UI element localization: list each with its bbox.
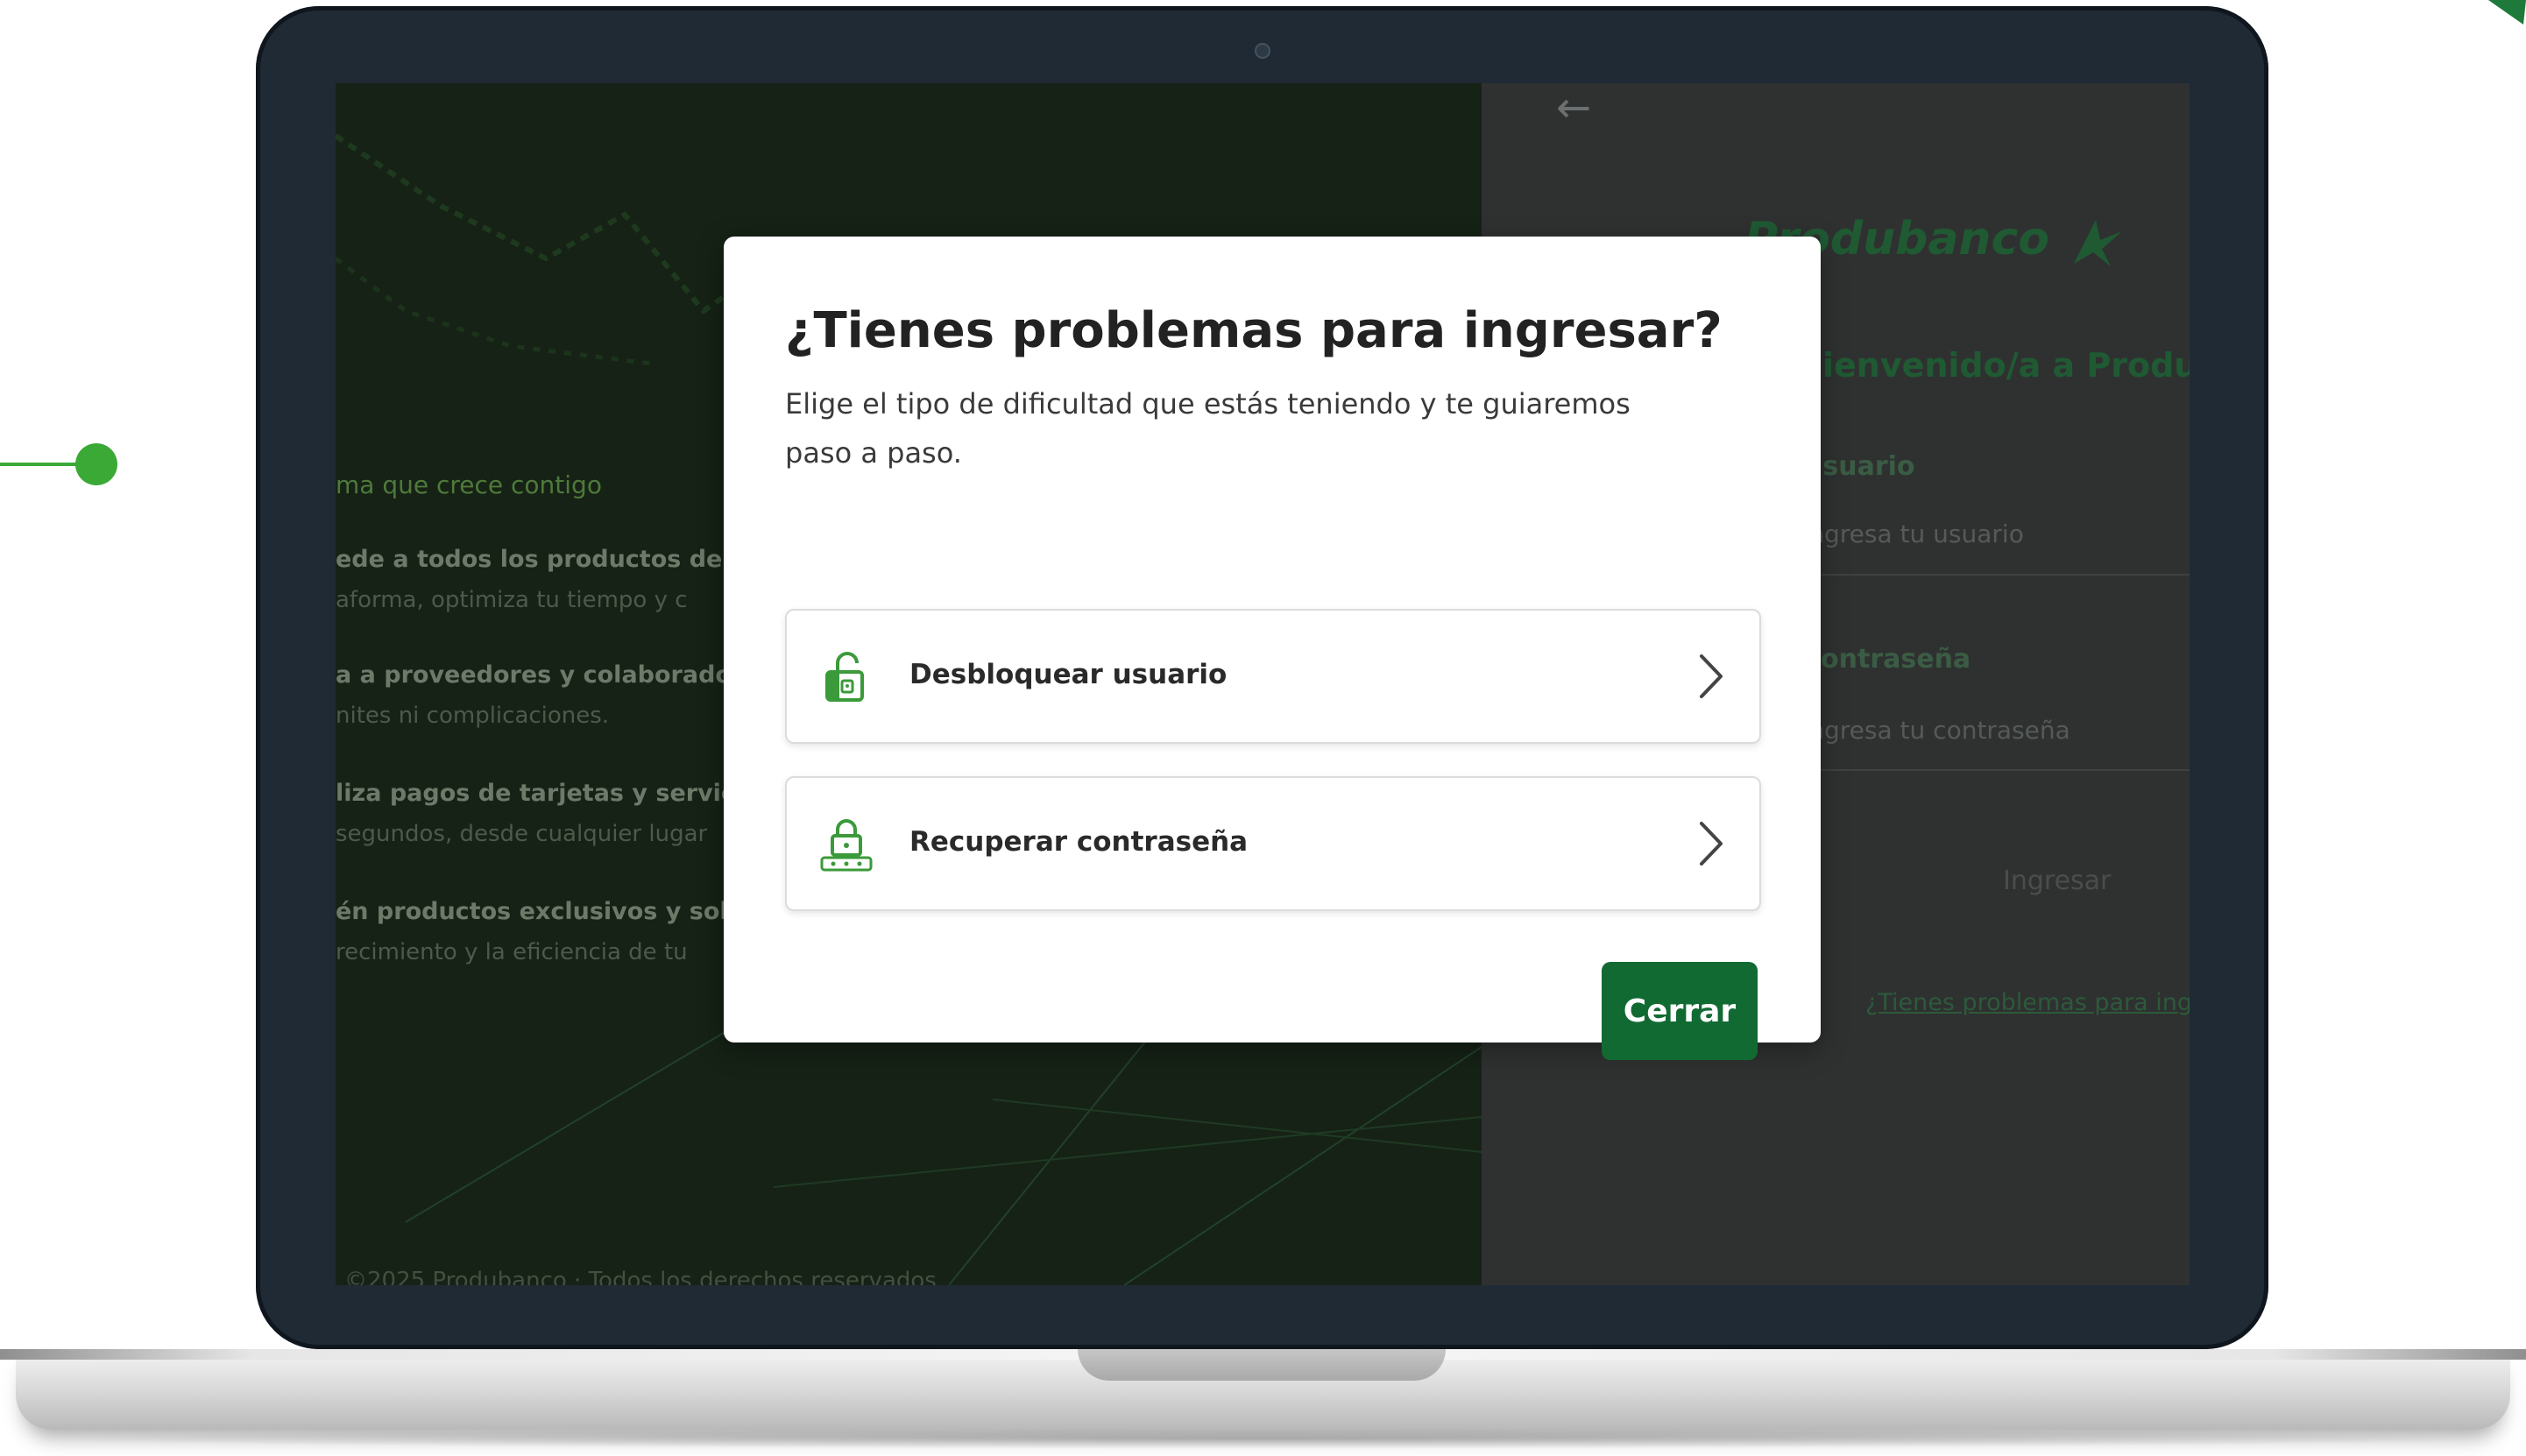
close-button[interactable]: Cerrar bbox=[1602, 962, 1758, 1060]
laptop-screen: ma que crece contigo ede a todos los pro… bbox=[336, 83, 2190, 1285]
laptop-shadow bbox=[35, 1428, 2491, 1449]
unlock-icon bbox=[825, 652, 864, 702]
option-label: Recuperar contraseña bbox=[909, 826, 1249, 858]
chevron-right-icon bbox=[1700, 654, 1723, 698]
decorative-connector-dot bbox=[75, 443, 117, 485]
laptop-lid-notch bbox=[1078, 1349, 1446, 1381]
option-label: Desbloquear usuario bbox=[909, 659, 1228, 690]
password-lock-icon bbox=[820, 819, 873, 872]
unlock-user-option[interactable]: Desbloquear usuario bbox=[785, 609, 1761, 744]
welcome-title: Bienvenido/a a Produbanco Emp bbox=[1797, 346, 2190, 385]
recover-password-option[interactable]: Recuperar contraseña bbox=[785, 776, 1761, 911]
trouble-signing-in-link[interactable]: ¿Tienes problemas para ingresar? bbox=[1865, 989, 2190, 1016]
corner-decoration-icon bbox=[2488, 0, 2526, 25]
chevron-right-icon bbox=[1700, 822, 1723, 866]
user-field-underline bbox=[1797, 574, 2190, 576]
star-logo-icon bbox=[2074, 220, 2123, 266]
user-field[interactable]: Ingresa tu usuario bbox=[1801, 519, 2024, 548]
modal-description: Elige el tipo de dificultad que estás te… bbox=[785, 387, 1631, 470]
marketing-footer: ©2025 Produbanco · Todos los derechos re… bbox=[344, 1268, 937, 1285]
webcam-icon bbox=[1255, 43, 1270, 59]
password-field-underline bbox=[1797, 769, 2190, 771]
password-field[interactable]: Ingresa tu contraseña bbox=[1801, 716, 2070, 745]
password-field-label: Contraseña bbox=[1801, 644, 1971, 675]
modal-title: ¿Tienes problemas para ingresar? bbox=[785, 302, 1723, 359]
back-arrow-icon[interactable]: ← bbox=[1556, 83, 1591, 132]
login-button[interactable]: Ingresar bbox=[2003, 866, 2111, 896]
decorative-connector-line bbox=[0, 463, 88, 466]
login-help-modal: ¿Tienes problemas para ingresar? Elige e… bbox=[724, 237, 1821, 1060]
